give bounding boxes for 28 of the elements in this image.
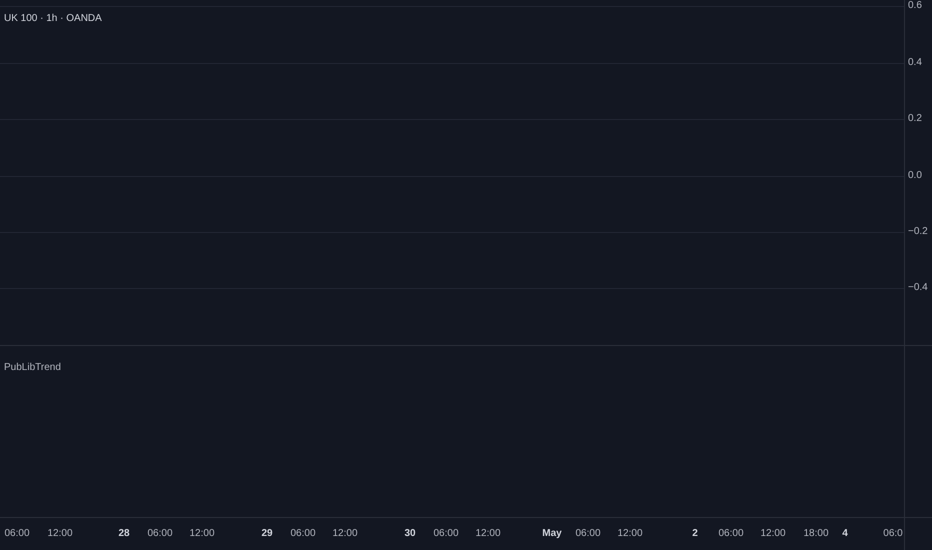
price-label: 0.0 (908, 170, 922, 182)
date-label: 28 (118, 528, 130, 540)
time-label: 12:00 (760, 528, 786, 540)
time-label: 12:00 (47, 528, 73, 540)
time-label: 06:00 (718, 528, 744, 540)
time-label: 06:00 (433, 528, 459, 540)
date-label: 4 (842, 528, 848, 540)
time-label: 06:00 (575, 528, 601, 540)
date-label: 30 (404, 528, 416, 540)
time-label: 06:00 (147, 528, 173, 540)
date-label: May (542, 528, 562, 540)
price-label: −0.4 (908, 282, 928, 294)
time-label: 06:00 (4, 528, 30, 540)
price-label: 0.2 (908, 113, 922, 125)
time-label: 06:0 (883, 528, 903, 540)
date-label: 29 (261, 528, 273, 540)
price-label: 0.6 (908, 0, 922, 12)
date-label: 2 (692, 528, 698, 540)
time-label: 06:00 (290, 528, 316, 540)
time-label: 12:00 (617, 528, 643, 540)
symbol-legend: UK 100 · 1h · OANDA (4, 11, 102, 26)
indicator-legend: PubLibTrend (4, 360, 61, 375)
time-label: 18:00 (803, 528, 829, 540)
time-label: 12:00 (475, 528, 501, 540)
time-label: 12:00 (189, 528, 215, 540)
price-label: 0.4 (908, 57, 922, 69)
price-label: −0.2 (908, 226, 928, 238)
time-label: 12:00 (332, 528, 358, 540)
